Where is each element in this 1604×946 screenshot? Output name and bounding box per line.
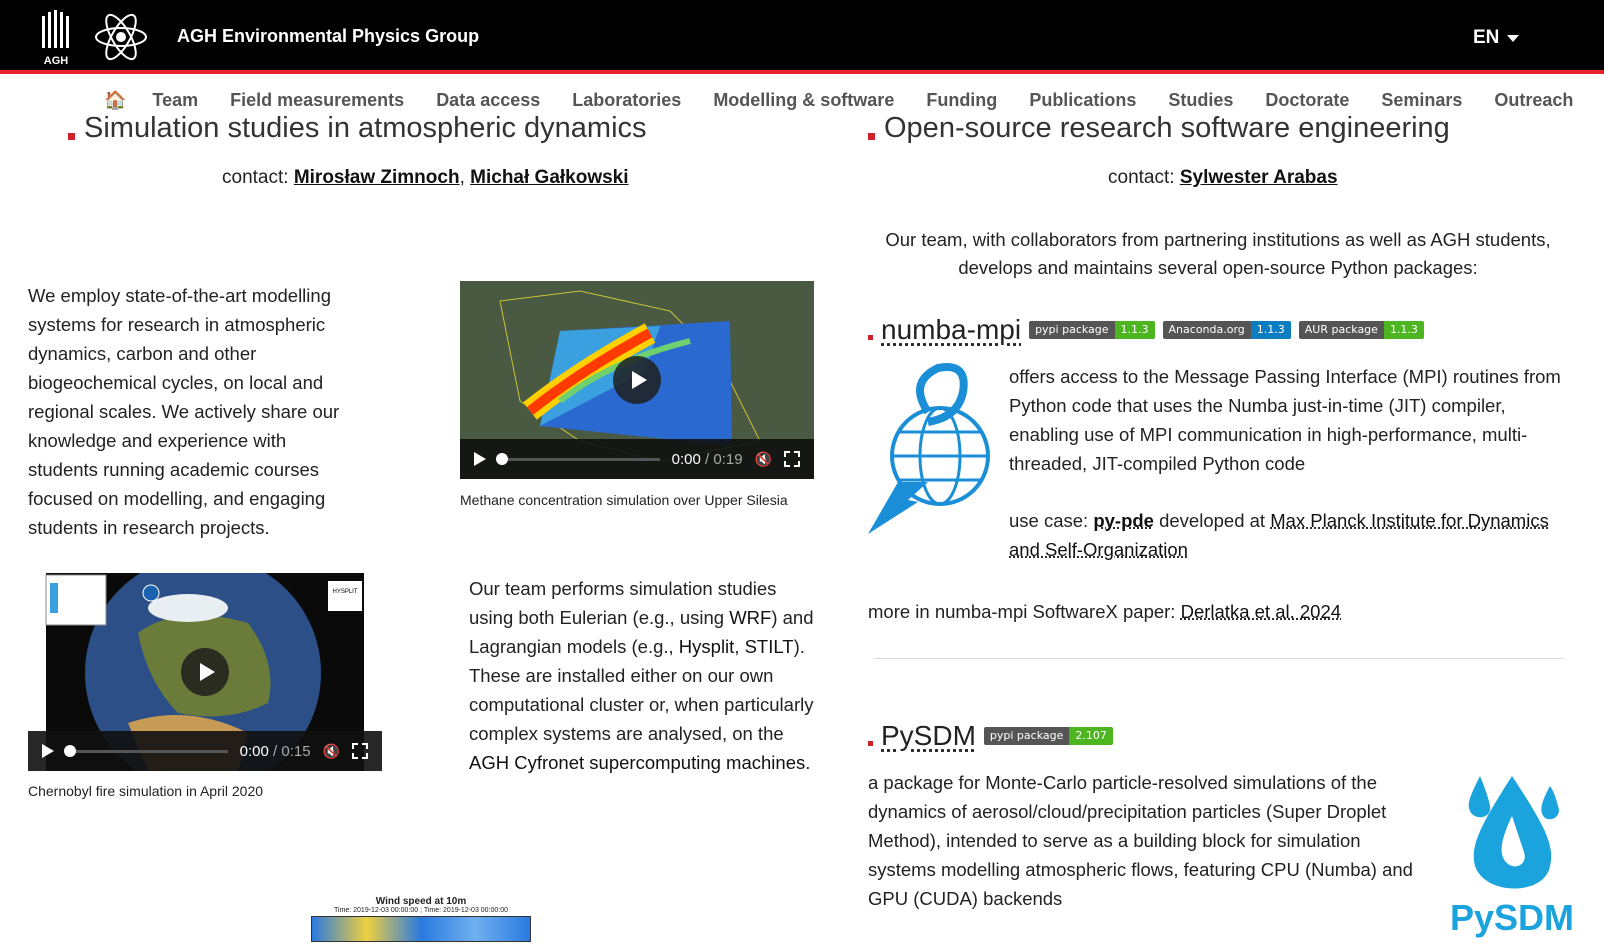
fullscreen-icon[interactable] [352,743,368,759]
contact-line-left: contact: Mirosław Zimnoch, Michał Gałkow… [222,167,629,188]
section-divider [874,658,1564,659]
wind-map [311,916,531,942]
badge-pypi[interactable]: pypi package 1.1.3 [1029,321,1155,339]
mute-icon[interactable]: 🔇 [755,451,772,468]
atom-logo[interactable] [94,8,148,66]
pysdm-logo-text: PySDM [1450,897,1575,938]
nav-item-modelling-software[interactable]: Modelling & software [713,90,894,111]
numba-more: more in numba-mpi SoftwareX paper: Derla… [868,601,1342,622]
section-title-text: Open-source research software engineerin… [884,112,1450,144]
wrf-link[interactable]: WRF [729,607,771,628]
video-duration: 0:19 [713,450,743,468]
wind-image-title: Wind speed at 10m [375,896,467,907]
progress-slider[interactable] [496,452,660,465]
nav-item-seminars[interactable]: Seminars [1381,90,1462,111]
nav-item-team[interactable]: Team [152,90,198,111]
nav-item-field-measurements[interactable]: Field measurements [230,90,404,111]
bullet-icon [868,335,873,340]
video-controls: 0:00 / 0:15 🔇 [28,731,382,771]
bullet-icon [868,133,875,140]
mute-icon[interactable]: 🔇 [323,743,340,760]
badge-pypi[interactable]: pypi package 2.107 [983,727,1113,745]
nav-item-laboratories[interactable]: Laboratories [572,90,681,111]
wind-image-subtitle: Time: 2019-12-03 00:00:00 ; Time: 2019-1… [333,907,509,914]
badge-anaconda[interactable]: Anaconda.org 1.1.3 [1162,321,1291,339]
play-icon[interactable] [474,452,486,466]
nav-item-data-access[interactable]: Data access [436,90,540,111]
play-icon[interactable] [42,744,54,758]
progress-slider[interactable] [64,744,228,757]
nav-item-doctorate[interactable]: Doctorate [1265,90,1349,111]
numba-mpi-logo-icon [868,363,990,534]
play-overlay-icon[interactable] [181,648,229,696]
mpi-dynamics-link[interactable]: Max Planck Institute for Dynamics and Se… [1009,510,1549,560]
bullet-icon [68,133,75,140]
contact-link-arabas[interactable]: Sylwester Arabas [1180,167,1338,188]
pkg-title-pysdm: PySDM pypi package 2.107 [868,720,1113,752]
current-time: 0:00 / 0:15 [239,742,311,760]
video-controls: 0:00 / 0:19 🔇 [460,439,814,479]
methane-caption: Methane concentration simulation over Up… [460,492,788,508]
py-pde-link[interactable]: py-pde [1093,510,1154,531]
pysdm-description: a package for Monte-Carlo particle-resol… [868,772,1413,909]
language-label: EN [1473,27,1500,48]
agh-logo-text: AGH [44,55,69,66]
intro-paragraph: We employ state-of-the-art modelling sys… [28,285,340,538]
section-title-rse: Open-source research software engineerin… [868,112,1450,145]
chernobyl-video[interactable]: HYSPLIT 0:00 / 0:15 🔇 [28,573,382,771]
agh-logo[interactable]: AGH [38,8,74,66]
nav-item-studies[interactable]: Studies [1168,90,1233,111]
site-title[interactable]: AGH Environmental Physics Group [177,26,479,47]
rse-intro: Our team, with collaborators from partne… [885,229,1551,278]
chernobyl-caption: Chernobyl fire simulation in April 2020 [28,783,264,799]
language-selector[interactable]: EN [1473,27,1520,49]
contact-label: contact: [1108,167,1175,188]
pkg-title-numba: numba-mpi pypi package 1.1.3 Anaconda.org… [868,314,1424,346]
bullet-icon [868,741,873,746]
nav-item-publications[interactable]: Publications [1029,90,1136,111]
contact-link-zimnoch[interactable]: Mirosław Zimnoch [294,167,460,188]
pysdm-link[interactable]: PySDM [881,720,976,752]
numba-mpi-link[interactable]: numba-mpi [881,314,1021,346]
contact-line-right: contact: Sylwester Arabas [1108,167,1338,189]
hysplit-overlay-text: HYSPLIT [332,589,357,595]
section-title-text: Simulation studies in atmospheric dynami… [84,112,647,144]
cyfronet-link[interactable]: AGH Cyfronet supercomputing machines [469,752,805,773]
methane-video[interactable]: 0:00 / 0:19 🔇 [460,281,814,479]
wind-speed-image: Wind speed at 10m Time: 2019-12-03 00:00… [306,896,536,946]
caret-down-icon [1507,34,1520,42]
play-overlay-icon[interactable] [613,356,661,404]
contact-label: contact: [222,167,289,188]
current-time: 0:00 / 0:19 [671,450,743,468]
stilt-link[interactable]: STILT [745,636,794,657]
hysplit-link[interactable]: Hysplit [679,636,735,657]
top-header: AGH AGH Environmental Physics Group EN [0,0,1604,74]
section-title-simulation: Simulation studies in atmospheric dynami… [68,112,647,145]
home-icon[interactable]: 🏠 [104,90,126,111]
numba-mpi-description: offers access to the Message Passing Int… [1009,366,1561,474]
models-paragraph: Our team performs simulation studies usi… [469,578,814,773]
numba-usecase: use case: py-pde developed at Max Planck… [1009,510,1549,560]
video-duration: 0:15 [281,742,311,760]
fullscreen-icon[interactable] [784,451,800,467]
nav-item-outreach[interactable]: Outreach [1494,90,1573,111]
badge-aur[interactable]: AUR package 1.1.3 [1298,321,1424,339]
droplet-icon [1468,776,1559,889]
contact-link-galkowski[interactable]: Michał Gałkowski [470,167,628,188]
nav-item-funding[interactable]: Funding [926,90,997,111]
pysdm-logo: PySDM [1450,766,1574,944]
derlatka-paper-link[interactable]: Derlatka et al. 2024 [1181,601,1341,622]
